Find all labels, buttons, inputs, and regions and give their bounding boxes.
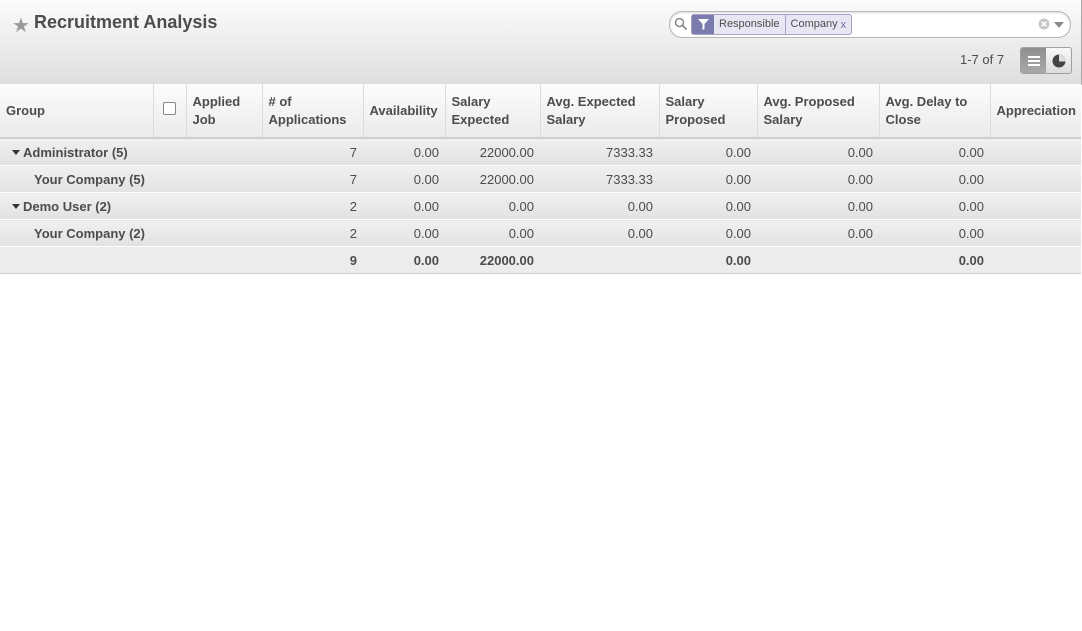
group-row[interactable]: Your Company (2) 2 0.00 0.00 0.00 0.00 0… (0, 219, 1081, 247)
group-row[interactable]: Demo User (2) 2 0.00 0.00 0.00 0.00 0.00… (0, 192, 1081, 220)
totals-label (0, 246, 262, 274)
cell-applications: 7 (262, 138, 363, 166)
column-header[interactable]: Avg. Delay to Close (878, 84, 990, 139)
total-appreciation (990, 246, 1081, 274)
cell-avg-expected: 7333.33 (540, 138, 659, 166)
view-switcher (1020, 47, 1072, 74)
cell-availability: 0.00 (363, 138, 445, 166)
caret-down-icon (12, 203, 20, 209)
cell-availability: 0.00 (363, 192, 445, 220)
column-header[interactable]: Salary Expected (444, 84, 540, 139)
column-header[interactable]: # of Applications (261, 84, 363, 139)
cell-applied-job (186, 165, 262, 193)
cell-applied-job (186, 138, 262, 166)
clear-search-icon[interactable] (1038, 18, 1050, 30)
group-label[interactable]: Administrator (5) (0, 138, 186, 166)
column-header[interactable]: Group (0, 84, 153, 139)
cell-applications: 2 (262, 219, 363, 247)
cell-avg-expected: 7333.33 (540, 165, 659, 193)
total-avg-proposed (757, 246, 879, 274)
search-icon (674, 17, 688, 31)
cell-appreciation (990, 219, 1081, 247)
cell-applications: 7 (262, 165, 363, 193)
column-header[interactable]: Avg. Proposed Salary (756, 84, 879, 139)
star-icon[interactable]: ★ (12, 13, 30, 38)
cell-salary-proposed: 0.00 (659, 219, 757, 247)
cell-salary-expected: 0.00 (445, 219, 540, 247)
cell-salary-proposed: 0.00 (659, 165, 757, 193)
column-header[interactable]: Availability (362, 84, 445, 139)
group-label[interactable]: Demo User (2) (0, 192, 186, 220)
dropdown-icon[interactable] (1054, 22, 1064, 28)
group-label[interactable]: Your Company (5) (0, 165, 186, 193)
cell-applied-job (186, 192, 262, 220)
pager-value[interactable]: 1-7 of 7 (960, 52, 1004, 67)
cell-avg-proposed: 0.00 (757, 165, 879, 193)
cell-avg-proposed: 0.00 (757, 138, 879, 166)
cell-salary-expected: 0.00 (445, 192, 540, 220)
facet-value: Responsible (714, 15, 786, 34)
list-view-icon[interactable] (1021, 48, 1046, 73)
select-all-checkbox[interactable] (152, 84, 186, 139)
totals-row: 9 0.00 22000.00 0.00 0.00 (0, 246, 1081, 274)
cell-applications: 2 (262, 192, 363, 220)
cell-appreciation (990, 165, 1081, 193)
cell-salary-expected: 22000.00 (445, 138, 540, 166)
total-salary-expected: 22000.00 (445, 246, 540, 274)
page-title: Recruitment Analysis (34, 12, 218, 32)
search-facet[interactable]: Responsible Company x (691, 14, 853, 35)
graph-view-icon[interactable] (1046, 48, 1071, 73)
column-header[interactable]: Appreciation (989, 84, 1081, 139)
caret-down-icon (12, 149, 20, 155)
cell-appreciation (990, 192, 1081, 220)
column-header[interactable]: Applied Job (185, 84, 262, 139)
facet-remove-button[interactable]: x (840, 19, 852, 31)
group-row[interactable]: Your Company (5) 7 0.00 22000.00 7333.33… (0, 165, 1081, 193)
cell-avg-delay: 0.00 (879, 192, 990, 220)
list-table: Group Applied Job # of Applications Avai… (0, 84, 1081, 274)
group-row[interactable]: Administrator (5) 7 0.00 22000.00 7333.3… (0, 138, 1081, 166)
cell-salary-expected: 22000.00 (445, 165, 540, 193)
checkbox-icon[interactable] (163, 101, 176, 115)
filter-icon (692, 15, 714, 34)
view-header: ★ Recruitment Analysis Responsible Compa… (0, 0, 1082, 85)
cell-avg-proposed: 0.00 (757, 192, 879, 220)
group-label[interactable]: Your Company (2) (0, 219, 186, 247)
cell-avg-expected: 0.00 (540, 219, 659, 247)
column-header[interactable]: Avg. Expected Salary (539, 84, 659, 139)
cell-salary-proposed: 0.00 (659, 138, 757, 166)
total-avg-expected (540, 246, 659, 274)
total-availability: 0.00 (363, 246, 445, 274)
column-header[interactable]: Salary Proposed (658, 84, 757, 139)
cell-availability: 0.00 (363, 219, 445, 247)
cell-availability: 0.00 (363, 165, 445, 193)
cell-applied-job (186, 219, 262, 247)
cell-avg-expected: 0.00 (540, 192, 659, 220)
cell-avg-delay: 0.00 (879, 138, 990, 166)
cell-avg-proposed: 0.00 (757, 219, 879, 247)
cell-salary-proposed: 0.00 (659, 192, 757, 220)
total-applications: 9 (262, 246, 363, 274)
cell-avg-delay: 0.00 (879, 219, 990, 247)
facet-value: Company (790, 18, 838, 30)
search-bar[interactable]: Responsible Company x (669, 11, 1071, 38)
total-salary-proposed: 0.00 (659, 246, 757, 274)
cell-avg-delay: 0.00 (879, 165, 990, 193)
cell-appreciation (990, 138, 1081, 166)
total-avg-delay: 0.00 (879, 246, 990, 274)
table-header-row: Group Applied Job # of Applications Avai… (0, 84, 1081, 139)
